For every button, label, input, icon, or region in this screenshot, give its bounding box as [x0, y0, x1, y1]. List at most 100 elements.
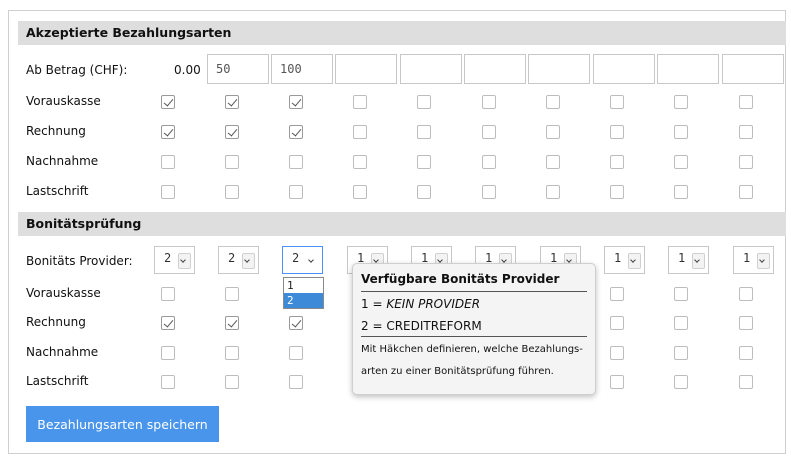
amount-input-9[interactable] [722, 54, 784, 84]
save-payment-methods-button[interactable]: Bezahlungsarten speichern [26, 406, 219, 442]
provider-select-1[interactable]: 2 [154, 246, 195, 274]
chevron-down-icon[interactable] [628, 253, 641, 269]
accepted-checkbox-r3-c3[interactable] [289, 155, 303, 169]
accepted-checkbox-r1-c10[interactable] [739, 95, 753, 109]
accepted-checkbox-r2-c9[interactable] [674, 125, 688, 139]
credit-checkbox-r3-c3[interactable] [289, 346, 303, 360]
accepted-checkbox-r3-c8[interactable] [610, 155, 624, 169]
accepted-checkbox-r1-c8[interactable] [610, 95, 624, 109]
accepted-checkbox-r2-c2[interactable] [225, 125, 239, 139]
chevron-down-icon[interactable] [178, 253, 191, 269]
accepted-checkbox-r4-c10[interactable] [739, 185, 753, 199]
credit-checkbox-r4-c3[interactable] [289, 375, 303, 389]
accepted-checkbox-r1-c5[interactable] [417, 95, 431, 109]
credit-checkbox-r3-c1[interactable] [161, 346, 175, 360]
accepted-checkbox-r3-c9[interactable] [674, 155, 688, 169]
accepted-checkbox-r2-c8[interactable] [610, 125, 624, 139]
accepted-checkbox-r1-c3[interactable] [289, 95, 303, 109]
accepted-checkbox-r1-c7[interactable] [546, 95, 560, 109]
credit-checkbox-r2-c8[interactable] [610, 316, 624, 330]
credit-row-label-3: Nachnahme [26, 345, 99, 359]
tooltip-option-1-value: KEIN PROVIDER [386, 297, 481, 311]
credit-checkbox-r1-c10[interactable] [739, 287, 753, 301]
accepted-checkbox-r3-c7[interactable] [546, 155, 560, 169]
accepted-checkbox-r3-c2[interactable] [225, 155, 239, 169]
amount-input-6[interactable] [528, 54, 590, 84]
amount-input-3[interactable] [335, 54, 397, 84]
accepted-checkbox-r1-c9[interactable] [674, 95, 688, 109]
provider-select-value: 1 [614, 251, 622, 265]
accepted-checkbox-r4-c2[interactable] [225, 185, 239, 199]
credit-checkbox-r2-c9[interactable] [674, 316, 688, 330]
credit-checkbox-r3-c8[interactable] [610, 346, 624, 360]
credit-checkbox-r1-c2[interactable] [225, 287, 239, 301]
provider-select-2[interactable]: 2 [218, 246, 259, 274]
amount-input-7[interactable] [593, 54, 655, 84]
credit-checkbox-r1-c1[interactable] [161, 287, 175, 301]
credit-checkbox-r4-c8[interactable] [610, 375, 624, 389]
provider-select-value: 1 [743, 251, 751, 265]
credit-checkbox-r3-c2[interactable] [225, 346, 239, 360]
credit-checkbox-r3-c9[interactable] [674, 346, 688, 360]
chevron-down-icon[interactable] [242, 253, 255, 269]
accepted-checkbox-r2-c4[interactable] [353, 125, 367, 139]
tooltip-title: Verfügbare Bonitäts Provider [361, 272, 587, 292]
credit-checkbox-r4-c1[interactable] [161, 375, 175, 389]
credit-checkbox-r4-c10[interactable] [739, 375, 753, 389]
accepted-checkbox-r4-c9[interactable] [674, 185, 688, 199]
accepted-checkbox-r1-c2[interactable] [225, 95, 239, 109]
credit-checkbox-r1-c9[interactable] [674, 287, 688, 301]
amount-input-8[interactable] [657, 54, 719, 84]
accepted-checkbox-r4-c5[interactable] [417, 185, 431, 199]
provider-select-10[interactable]: 1 [733, 246, 774, 274]
dropdown-option-2[interactable]: 2 [284, 293, 323, 308]
accepted-checkbox-r3-c1[interactable] [161, 155, 175, 169]
first-amount-value: 0.00 [174, 63, 201, 77]
amount-input-1[interactable]: 50 [207, 54, 269, 84]
chevron-down-icon[interactable] [757, 253, 770, 269]
accepted-checkbox-r1-c6[interactable] [482, 95, 496, 109]
credit-checkbox-r4-c2[interactable] [225, 375, 239, 389]
accepted-checkbox-r4-c7[interactable] [546, 185, 560, 199]
accepted-checkbox-r1-c1[interactable] [161, 95, 175, 109]
provider-tooltip: Verfügbare Bonitäts Provider 1 = KEIN PR… [352, 263, 596, 395]
tooltip-option-1: 1 = KEIN PROVIDER [361, 292, 587, 314]
section-title-credit: Bonitätsprüfung [26, 216, 142, 231]
accepted-checkbox-r3-c4[interactable] [353, 155, 367, 169]
accepted-checkbox-r4-c6[interactable] [482, 185, 496, 199]
credit-checkbox-r4-c9[interactable] [674, 375, 688, 389]
credit-checkbox-r2-c2[interactable] [225, 316, 239, 330]
accepted-checkbox-r3-c5[interactable] [417, 155, 431, 169]
accepted-checkbox-r2-c3[interactable] [289, 125, 303, 139]
accepted-checkbox-r3-c10[interactable] [739, 155, 753, 169]
credit-checkbox-r2-c1[interactable] [161, 316, 175, 330]
chevron-down-icon[interactable] [692, 253, 705, 269]
amount-input-5[interactable] [464, 54, 526, 84]
credit-checkbox-r1-c8[interactable] [610, 287, 624, 301]
amount-input-2[interactable]: 100 [271, 54, 333, 84]
accepted-checkbox-r2-c10[interactable] [739, 125, 753, 139]
provider-select-9[interactable]: 1 [668, 246, 709, 274]
accepted-checkbox-r2-c5[interactable] [417, 125, 431, 139]
accepted-checkbox-r4-c8[interactable] [610, 185, 624, 199]
accepted-checkbox-r4-c1[interactable] [161, 185, 175, 199]
dropdown-option-1[interactable]: 1 [284, 278, 323, 293]
provider-select-value: 1 [678, 251, 686, 265]
tooltip-option-2: 2 = CREDITREFORM [361, 314, 587, 337]
provider-dropdown-list[interactable]: 12 [283, 277, 324, 309]
accepted-checkbox-r2-c7[interactable] [546, 125, 560, 139]
accepted-checkbox-r4-c4[interactable] [353, 185, 367, 199]
accepted-checkbox-r3-c6[interactable] [482, 155, 496, 169]
tooltip-note: Mit Häkchen definieren, welche Bezahlung… [361, 337, 587, 383]
chevron-down-icon[interactable] [306, 253, 319, 269]
accepted-checkbox-r2-c6[interactable] [482, 125, 496, 139]
provider-select-3[interactable]: 2 [282, 246, 323, 274]
amount-input-4[interactable] [400, 54, 462, 84]
accepted-checkbox-r4-c3[interactable] [289, 185, 303, 199]
credit-checkbox-r2-c10[interactable] [739, 316, 753, 330]
accepted-checkbox-r2-c1[interactable] [161, 125, 175, 139]
credit-checkbox-r3-c10[interactable] [739, 346, 753, 360]
provider-select-8[interactable]: 1 [604, 246, 645, 274]
accepted-checkbox-r1-c4[interactable] [353, 95, 367, 109]
credit-checkbox-r2-c3[interactable] [289, 316, 303, 330]
